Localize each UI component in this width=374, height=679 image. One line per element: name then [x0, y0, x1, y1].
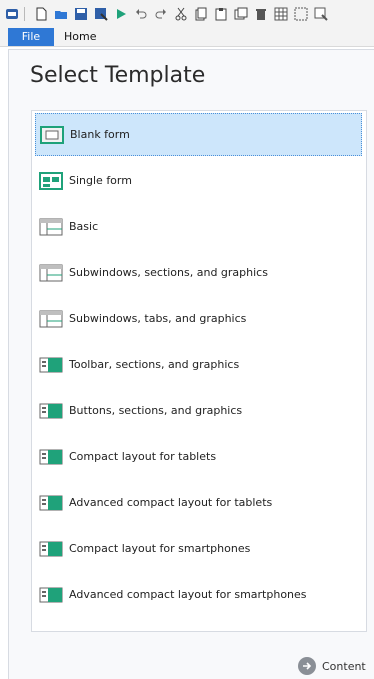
compact-smartphone-icon — [39, 540, 63, 558]
zoom-icon[interactable] — [313, 6, 329, 22]
template-label: Toolbar, sections, and graphics — [69, 358, 240, 371]
content-button[interactable]: Content — [298, 657, 366, 675]
buttons-sections-icon — [39, 402, 63, 420]
blank-form-icon — [40, 125, 64, 144]
save-icon[interactable] — [73, 6, 89, 22]
compact-tablet-icon — [39, 448, 63, 466]
template-panel: Select Template Blank form Single form B… — [8, 49, 374, 679]
template-label: Blank form — [70, 128, 130, 141]
template-compact-smartphone[interactable]: Compact layout for smartphones — [35, 527, 362, 570]
page-title: Select Template — [30, 63, 206, 88]
template-label: Compact layout for smartphones — [69, 542, 251, 555]
template-label: Advanced compact layout for smartphones — [69, 588, 307, 601]
template-single-form[interactable]: Single form — [35, 159, 362, 202]
subwindows-tabs-icon — [39, 310, 63, 328]
grid-icon[interactable] — [273, 6, 289, 22]
basic-layout-icon — [39, 218, 63, 236]
quick-access-toolbar — [0, 0, 374, 29]
template-label: Basic — [69, 220, 99, 233]
undo-icon[interactable] — [133, 6, 149, 22]
delete-icon[interactable] — [253, 6, 269, 22]
template-compact-tablet[interactable]: Compact layout for tablets — [35, 435, 362, 478]
toolbar-sections-icon — [39, 356, 63, 374]
template-blank-form[interactable]: Blank form — [35, 113, 362, 156]
tab-file[interactable]: File — [8, 28, 54, 46]
template-label: Subwindows, sections, and graphics — [69, 266, 268, 279]
template-subwindows-tabs[interactable]: Subwindows, tabs, and graphics — [35, 297, 362, 340]
select-icon[interactable] — [293, 6, 309, 22]
content-button-label: Content — [322, 659, 366, 673]
cut-icon[interactable] — [173, 6, 189, 22]
template-list: Blank form Single form Basic Subwindows,… — [31, 110, 367, 632]
app-icon[interactable] — [4, 6, 20, 22]
template-basic[interactable]: Basic — [35, 205, 362, 248]
new-icon[interactable] — [33, 6, 49, 22]
copy-icon[interactable] — [193, 6, 209, 22]
run-icon[interactable] — [113, 6, 129, 22]
duplicate-icon[interactable] — [233, 6, 249, 22]
arrow-right-icon — [298, 657, 316, 675]
template-advanced-compact-smartphone[interactable]: Advanced compact layout for smartphones — [35, 573, 362, 616]
single-form-icon — [39, 171, 63, 190]
template-toolbar-sections[interactable]: Toolbar, sections, and graphics — [35, 343, 362, 386]
subwindows-sections-icon — [39, 264, 63, 282]
advanced-compact-smartphone-icon — [39, 586, 63, 604]
paste-icon[interactable] — [213, 6, 229, 22]
template-label: Single form — [69, 174, 132, 187]
redo-icon[interactable] — [153, 6, 169, 22]
template-label: Advanced compact layout for tablets — [69, 496, 273, 509]
template-buttons-sections[interactable]: Buttons, sections, and graphics — [35, 389, 362, 432]
advanced-compact-tablet-icon — [39, 494, 63, 512]
save-as-icon[interactable] — [93, 6, 109, 22]
toolbar-separator — [24, 7, 25, 21]
template-advanced-compact-tablet[interactable]: Advanced compact layout for tablets — [35, 481, 362, 524]
template-subwindows-sections[interactable]: Subwindows, sections, and graphics — [35, 251, 362, 294]
template-label: Compact layout for tablets — [69, 450, 217, 463]
open-icon[interactable] — [53, 6, 69, 22]
ribbon-tabs: File Home — [0, 28, 374, 47]
template-label: Subwindows, tabs, and graphics — [69, 312, 247, 325]
template-label: Buttons, sections, and graphics — [69, 404, 243, 417]
tab-home[interactable]: Home — [64, 28, 96, 46]
